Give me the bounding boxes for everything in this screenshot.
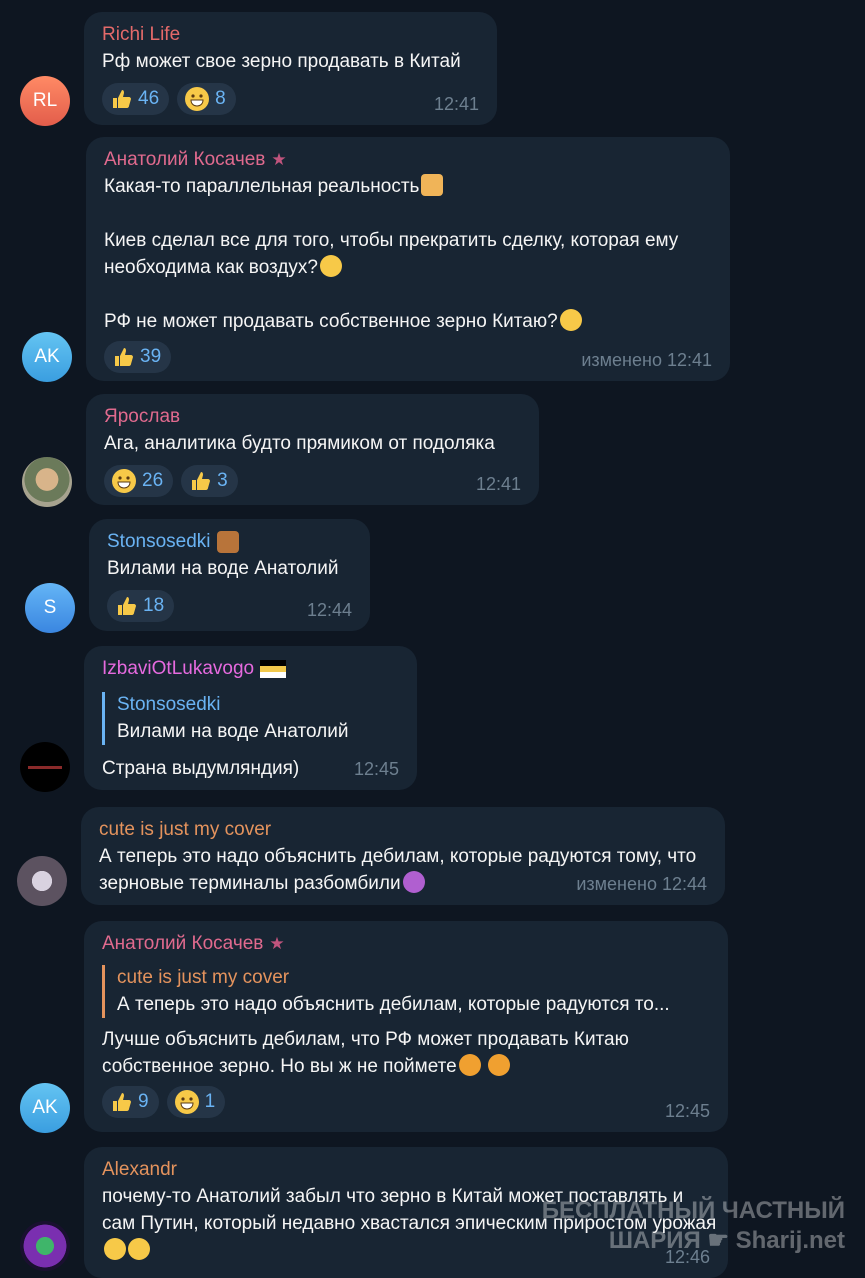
reaction-count: 26	[142, 470, 164, 491]
reaction-thumbs-up[interactable]: 3	[181, 465, 238, 497]
reply-quote[interactable]: Stonsosedki Вилами на воде Анатолий	[102, 692, 399, 745]
reply-text: Вилами на воде Анатолий	[117, 721, 349, 742]
message-text: Рф может свое зерно продавать в Китай	[102, 51, 461, 72]
reaction-count: 46	[138, 88, 160, 109]
reply-author: cute is just my cover	[117, 967, 290, 988]
reply-quote[interactable]: cute is just my cover А теперь это надо …	[102, 965, 710, 1018]
message-text: Ага, аналитика будто прямиком от подоляк…	[104, 433, 495, 454]
thumbs-up-icon	[112, 346, 134, 368]
author-name[interactable]: Richi Life	[102, 22, 479, 48]
author-name[interactable]: Анатолий Косачев	[102, 931, 263, 957]
author-name[interactable]: Анатолий Косачев	[104, 147, 265, 173]
message-time: 12:45	[664, 1101, 710, 1121]
avatar-image[interactable]	[20, 1221, 70, 1271]
author-name-row: Stonsosedki	[107, 529, 352, 555]
thinking-face-icon	[559, 309, 582, 331]
author-name-row: Анатолий Косачев ★	[102, 931, 710, 957]
avatar[interactable]: AK	[20, 1083, 70, 1133]
text-part: Лучше объяснить дебилам, что РФ может пр…	[102, 1029, 629, 1077]
flushed-face-icon	[104, 1238, 126, 1260]
thumbs-up-icon	[115, 595, 137, 617]
thumbs-up-icon	[110, 88, 132, 110]
avatar[interactable]: S	[25, 583, 75, 633]
reply-author: Stonsosedki	[117, 694, 221, 715]
reaction-count: 18	[143, 595, 165, 616]
author-name[interactable]: Alexandr	[102, 1157, 710, 1183]
watermark-line-2: ШАРИЯ ☛ Sharij.net	[542, 1226, 845, 1256]
message-time: изменено 12:41	[581, 350, 712, 370]
avatar[interactable]: AK	[22, 332, 72, 382]
avatar-photo[interactable]	[17, 856, 67, 906]
grinning-face-icon	[174, 1090, 199, 1114]
author-name-row: IzbaviOtLukavogo	[102, 656, 399, 682]
message-text-2: Киев сделал все для того, чтобы прекрати…	[104, 227, 712, 281]
message-text-3: РФ не может продавать собственное зерно …	[104, 308, 712, 335]
avatar-photo[interactable]	[22, 457, 72, 507]
reaction-thumbs-up[interactable]: 18	[107, 590, 175, 622]
thinking-face-icon	[128, 1238, 150, 1260]
reaction-grin[interactable]: 26	[104, 465, 174, 497]
fox-emoji-icon	[216, 531, 239, 553]
laughing-face-icon	[458, 1054, 481, 1076]
message-text: Какая-то параллельная реальность	[104, 173, 712, 200]
grinning-face-icon	[112, 469, 136, 493]
pointing-hand-icon: ☛	[707, 1227, 729, 1254]
grinning-face-icon	[320, 255, 342, 277]
message-time: 12:45	[353, 759, 399, 779]
reaction-thumbs-up[interactable]: 39	[104, 341, 172, 373]
premium-star-icon: ★	[271, 150, 287, 169]
message-time: 12:41	[433, 94, 479, 114]
reply-text: А теперь это надо объяснить дебилам, кот…	[117, 994, 670, 1015]
watermark-brand: ШАРИЯ	[608, 1227, 701, 1254]
reaction-count: 9	[138, 1091, 149, 1112]
grinning-face-icon	[185, 87, 210, 111]
reaction-count: 1	[204, 1091, 216, 1112]
flag-icon	[260, 660, 287, 678]
message-text: Лучше объяснить дебилам, что РФ может пр…	[102, 1026, 692, 1080]
reaction-grin[interactable]: 1	[166, 1086, 226, 1118]
reaction-count: 3	[217, 470, 228, 491]
watermark-site: Sharij.net	[735, 1227, 845, 1254]
shrug-icon	[421, 174, 444, 196]
message-text: Вилами на воде Анатолий	[107, 558, 339, 579]
thumbs-up-icon	[110, 1091, 132, 1113]
message-time: 12:44	[306, 600, 352, 620]
author-name-row: Анатолий Косачев ★	[104, 147, 712, 173]
reaction-thumbs-up[interactable]: 46	[102, 83, 170, 115]
avatar-image[interactable]	[20, 742, 70, 792]
text-part-1: Какая-то параллельная реальность	[104, 176, 420, 197]
author-name[interactable]: IzbaviOtLukavogo	[102, 656, 254, 682]
reaction-thumbs-up[interactable]: 9	[102, 1086, 159, 1118]
thumbs-up-icon	[189, 470, 211, 492]
woman-shrugging-icon	[402, 871, 425, 893]
avatar[interactable]: RL	[20, 76, 70, 126]
author-name[interactable]: Stonsosedki	[107, 529, 211, 555]
reaction-count: 8	[215, 88, 226, 109]
text-part-3: РФ не может продавать собственное зерно …	[104, 311, 558, 332]
message-time: 12:41	[475, 474, 521, 494]
watermark: БЕСПЛАТНЫЙ ЧАСТНЫЙ ШАРИЯ ☛ Sharij.net	[542, 1196, 845, 1256]
author-name[interactable]: cute is just my cover	[99, 817, 707, 843]
reaction-count: 39	[140, 346, 162, 367]
message-time: изменено 12:44	[576, 874, 707, 894]
author-name[interactable]: Ярослав	[104, 404, 521, 430]
watermark-line-1: БЕСПЛАТНЫЙ ЧАСТНЫЙ	[541, 1197, 845, 1224]
reaction-grin[interactable]: 8	[177, 83, 236, 115]
premium-star-icon: ★	[269, 934, 285, 953]
laughing-face-icon	[487, 1054, 510, 1076]
text-part-2: Киев сделал все для того, чтобы прекрати…	[104, 230, 679, 278]
